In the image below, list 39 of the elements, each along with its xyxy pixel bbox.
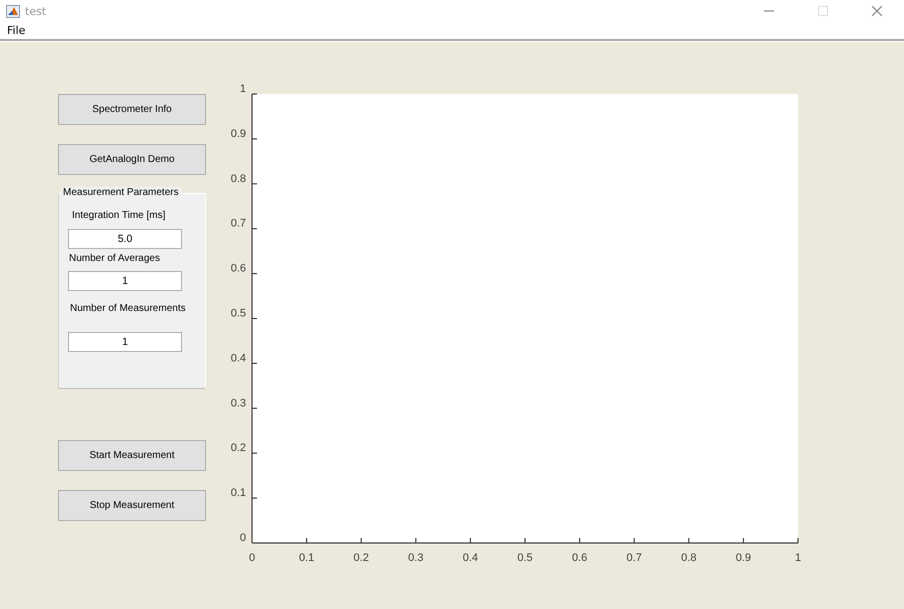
x-tick-label: 0.7	[626, 552, 642, 564]
x-tick-label: 0.2	[354, 552, 369, 564]
y-tick-label: 0.7	[230, 218, 246, 230]
x-tick-label: 1	[794, 552, 802, 564]
y-tick-label: 0.8	[230, 172, 246, 185]
y-tick-label: 0.5	[230, 308, 246, 320]
maximize-icon	[818, 6, 828, 16]
y-tick-label: 0.3	[230, 397, 246, 410]
x-tick-label: 0.3	[408, 552, 424, 564]
y-tick-label: 0	[240, 532, 246, 544]
menu-item[interactable]: File	[4, 24, 28, 37]
x-tick-label: 0.8	[681, 552, 696, 564]
field-label: Integration Time [ms]	[72, 210, 166, 221]
y-tick-label: 0.9	[230, 128, 246, 140]
y-tick-label: 0.2	[230, 442, 246, 454]
x-tick-label: 0.9	[736, 552, 752, 564]
y-tick-label: 1	[240, 83, 246, 95]
window-title: test	[25, 4, 46, 18]
field-label: Number of Measurements	[70, 303, 186, 314]
x-tick-label: 0.1	[298, 552, 314, 564]
x-tick-label: 0.6	[572, 552, 588, 564]
x-tick-label: 0.4	[462, 552, 478, 564]
x-tick-label: 0	[248, 552, 256, 564]
y-tick-label: 0.6	[230, 262, 246, 275]
action-button[interactable]: Start Measurement	[58, 440, 206, 471]
action-button[interactable]: Stop Measurement	[58, 490, 206, 521]
field-label: Number of Averages	[69, 253, 160, 264]
close-icon	[872, 6, 882, 16]
action-button[interactable]: GetAnalogIn Demo	[58, 144, 206, 175]
y-tick-label: 0.1	[230, 487, 246, 500]
input-field[interactable]: 1	[68, 271, 182, 291]
minimize-icon	[764, 10, 774, 12]
panel-title: Measurement Parameters	[61, 187, 181, 198]
action-button[interactable]: Spectrometer Info	[58, 94, 206, 125]
input-field[interactable]: 1	[68, 332, 182, 352]
x-tick-label: 0.5	[517, 552, 533, 564]
app-icon	[6, 4, 20, 18]
y-tick-label: 0.4	[230, 352, 246, 364]
input-field[interactable]: 5.0	[68, 229, 182, 249]
